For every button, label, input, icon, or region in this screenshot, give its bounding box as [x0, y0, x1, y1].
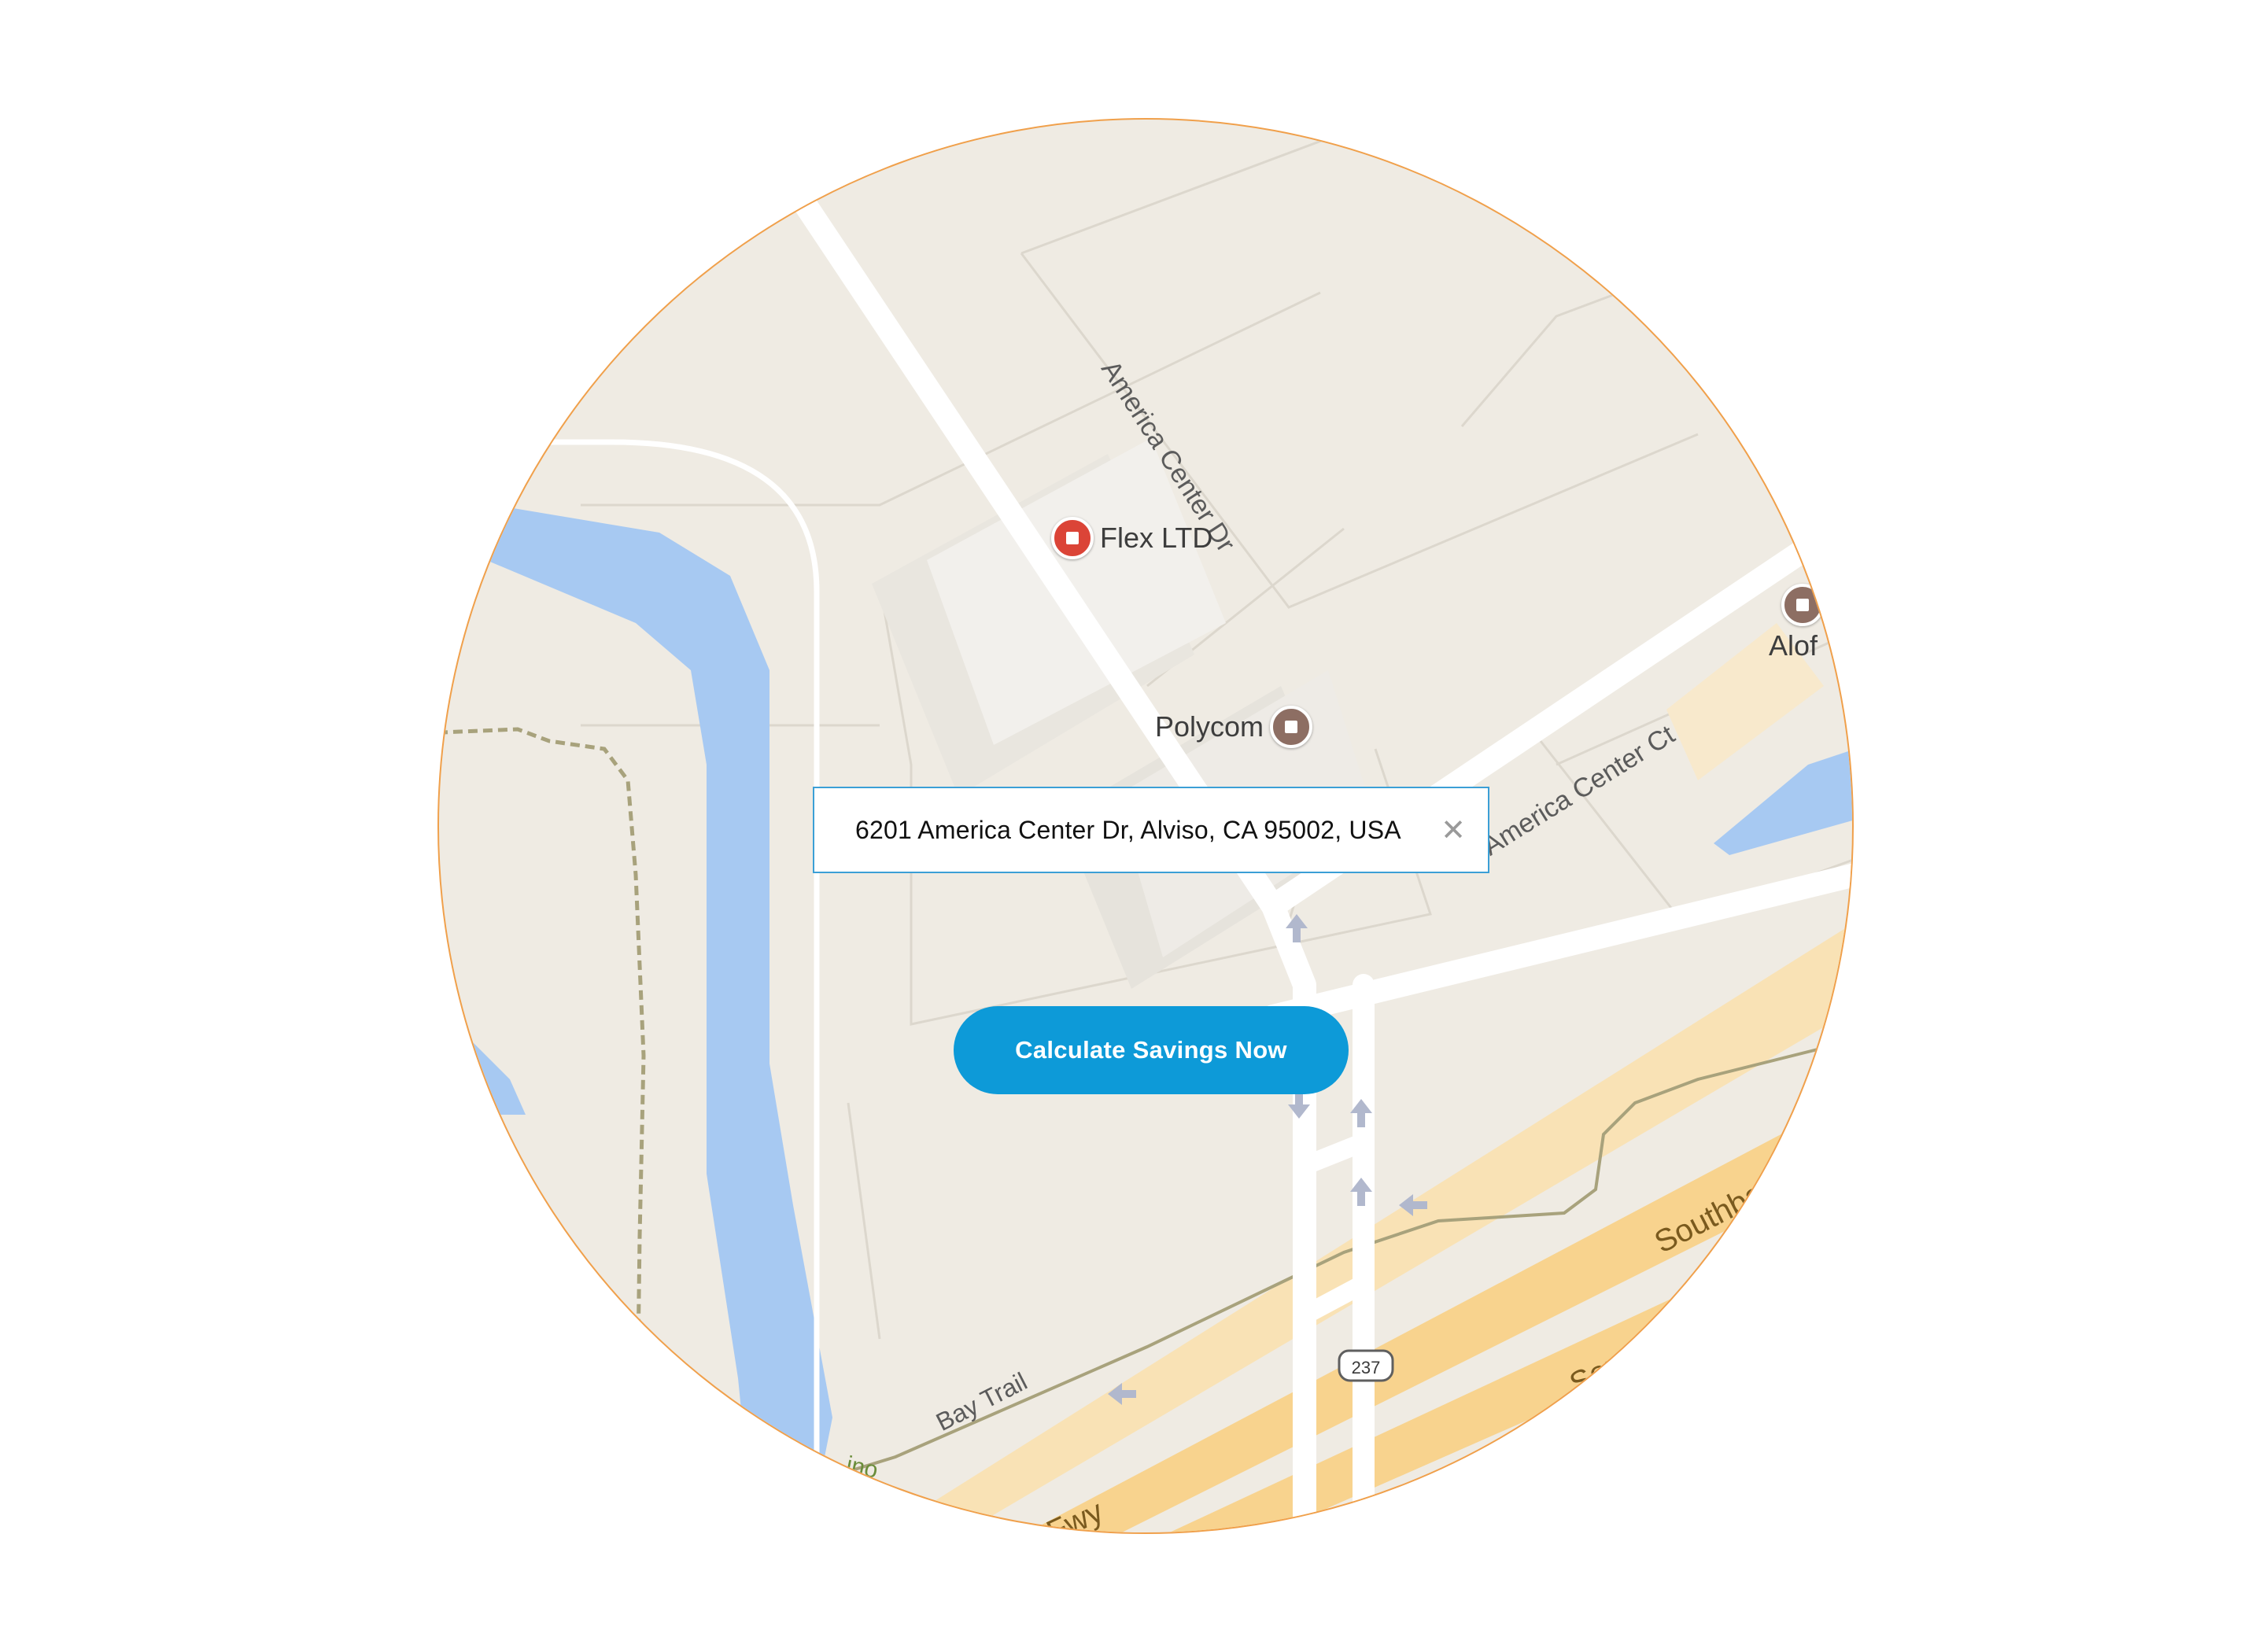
calculate-savings-button[interactable]: Calculate Savings Now	[954, 1006, 1349, 1094]
highway-shield-label: 237	[1352, 1358, 1381, 1377]
address-search-field[interactable]: 6201 America Center Dr, Alviso, CA 95002…	[813, 787, 1489, 873]
street-label-trail-fragment: ino	[843, 1451, 880, 1484]
clear-icon[interactable]: ✕	[1437, 813, 1469, 847]
highway-237-shield: 237	[1338, 1349, 1394, 1382]
aloft-marker-icon	[1781, 584, 1825, 626]
poi-polycom[interactable]: Polycom	[1155, 706, 1313, 748]
poi-label-flex-ltd: Flex LTD	[1100, 522, 1213, 554]
poi-label-aloft: Alof	[1769, 629, 1818, 662]
flex-ltd-marker-icon	[1051, 517, 1094, 559]
polycom-marker-icon	[1270, 706, 1313, 748]
poi-flex-ltd[interactable]: Flex LTD	[1051, 517, 1212, 559]
address-input-value[interactable]: 6201 America Center Dr, Alviso, CA 95002…	[855, 816, 1437, 845]
poi-label-polycom: Polycom	[1155, 710, 1264, 743]
poi-aloft[interactable]: Alof	[1769, 584, 1825, 662]
